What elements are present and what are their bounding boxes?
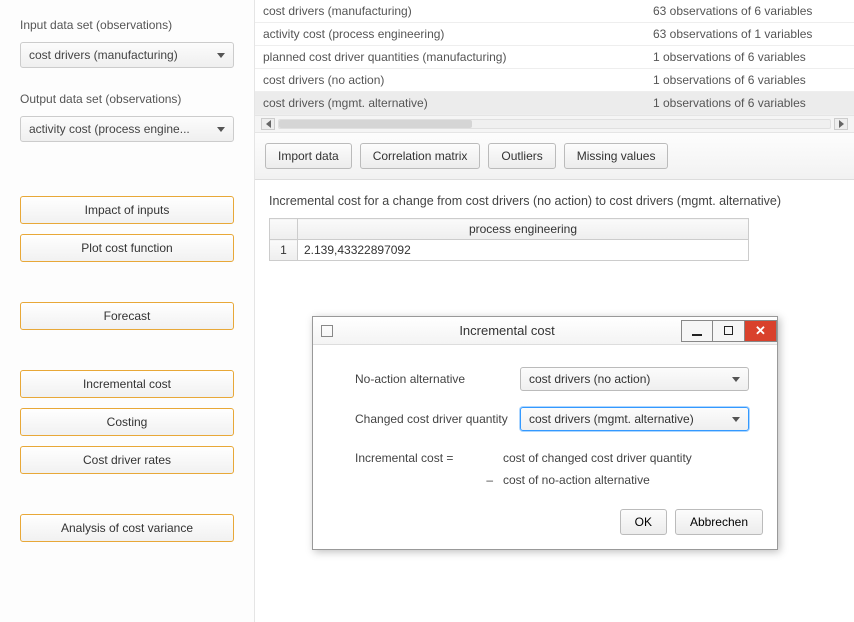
result-column-header: process engineering <box>298 219 749 240</box>
analysis-of-cost-variance-button[interactable]: Analysis of cost variance <box>20 514 234 542</box>
toolbar: Import data Correlation matrix Outliers … <box>255 133 854 180</box>
input-dataset-label: Input data set (observations) <box>20 18 234 32</box>
close-button[interactable]: ✕ <box>745 320 777 342</box>
incremental-cost-button[interactable]: Incremental cost <box>20 370 234 398</box>
formula-spacer: – <box>355 469 503 491</box>
changed-quantity-dropdown[interactable]: cost drivers (mgmt. alternative) <box>520 407 749 431</box>
no-action-label: No-action alternative <box>355 372 520 386</box>
formula-text: Incremental cost = cost of changed cost … <box>355 447 749 491</box>
result-table: process engineering 1 2.139,43322897092 <box>269 218 749 261</box>
scrollbar-track[interactable] <box>278 119 831 129</box>
scrollbar-thumb[interactable] <box>279 120 472 128</box>
output-dataset-dropdown[interactable]: activity cost (process engine... <box>20 116 234 142</box>
impact-of-inputs-button[interactable]: Impact of inputs <box>20 196 234 224</box>
formula-lhs: Incremental cost = <box>355 447 503 469</box>
results-heading: Incremental cost for a change from cost … <box>255 180 854 218</box>
scroll-left-button[interactable] <box>261 118 275 130</box>
maximize-icon <box>724 326 733 335</box>
chevron-down-icon <box>217 53 225 58</box>
minimize-icon <box>692 334 702 336</box>
cancel-button[interactable]: Abbrechen <box>675 509 763 535</box>
minimize-button[interactable] <box>681 320 713 342</box>
chevron-down-icon <box>732 377 740 382</box>
input-dataset-value: cost drivers (manufacturing) <box>29 48 178 62</box>
changed-quantity-label: Changed cost driver quantity <box>355 412 520 426</box>
dataset-list: cost drivers (manufacturing)63 observati… <box>255 0 854 115</box>
changed-quantity-value: cost drivers (mgmt. alternative) <box>529 412 694 426</box>
output-dataset-label: Output data set (observations) <box>20 92 234 106</box>
import-data-button[interactable]: Import data <box>265 143 352 169</box>
horizontal-scrollbar[interactable] <box>255 115 854 133</box>
chevron-down-icon <box>732 417 740 422</box>
scroll-right-button[interactable] <box>834 118 848 130</box>
forecast-button[interactable]: Forecast <box>20 302 234 330</box>
input-dataset-dropdown[interactable]: cost drivers (manufacturing) <box>20 42 234 68</box>
dialog-titlebar[interactable]: Incremental cost ✕ <box>313 317 777 345</box>
dataset-row[interactable]: cost drivers (manufacturing)63 observati… <box>255 0 854 23</box>
chevron-left-icon <box>266 120 271 128</box>
maximize-button[interactable] <box>713 320 745 342</box>
plot-cost-function-button[interactable]: Plot cost function <box>20 234 234 262</box>
costing-button[interactable]: Costing <box>20 408 234 436</box>
correlation-matrix-button[interactable]: Correlation matrix <box>360 143 481 169</box>
no-action-value: cost drivers (no action) <box>529 372 650 386</box>
result-row-number: 1 <box>270 240 298 261</box>
close-icon: ✕ <box>755 323 766 339</box>
dataset-row[interactable]: cost drivers (no action)1 observations o… <box>255 69 854 92</box>
result-corner-cell <box>270 219 298 240</box>
formula-rhs-1: cost of changed cost driver quantity <box>503 447 692 469</box>
dataset-row[interactable]: planned cost driver quantities (manufact… <box>255 46 854 69</box>
chevron-right-icon <box>839 120 844 128</box>
dataset-row[interactable]: activity cost (process engineering)63 ob… <box>255 23 854 46</box>
dataset-row[interactable]: cost drivers (mgmt. alternative)1 observ… <box>255 92 854 115</box>
outliers-button[interactable]: Outliers <box>488 143 555 169</box>
formula-rhs-2: cost of no-action alternative <box>503 469 650 491</box>
incremental-cost-dialog: Incremental cost ✕ No-action alternative… <box>312 316 778 550</box>
dialog-title: Incremental cost <box>333 323 681 338</box>
app-icon <box>321 325 333 337</box>
ok-button[interactable]: OK <box>620 509 667 535</box>
missing-values-button[interactable]: Missing values <box>564 143 669 169</box>
output-dataset-value: activity cost (process engine... <box>29 122 190 136</box>
chevron-down-icon <box>217 127 225 132</box>
no-action-dropdown[interactable]: cost drivers (no action) <box>520 367 749 391</box>
cost-driver-rates-button[interactable]: Cost driver rates <box>20 446 234 474</box>
result-value-cell[interactable]: 2.139,43322897092 <box>298 240 749 261</box>
